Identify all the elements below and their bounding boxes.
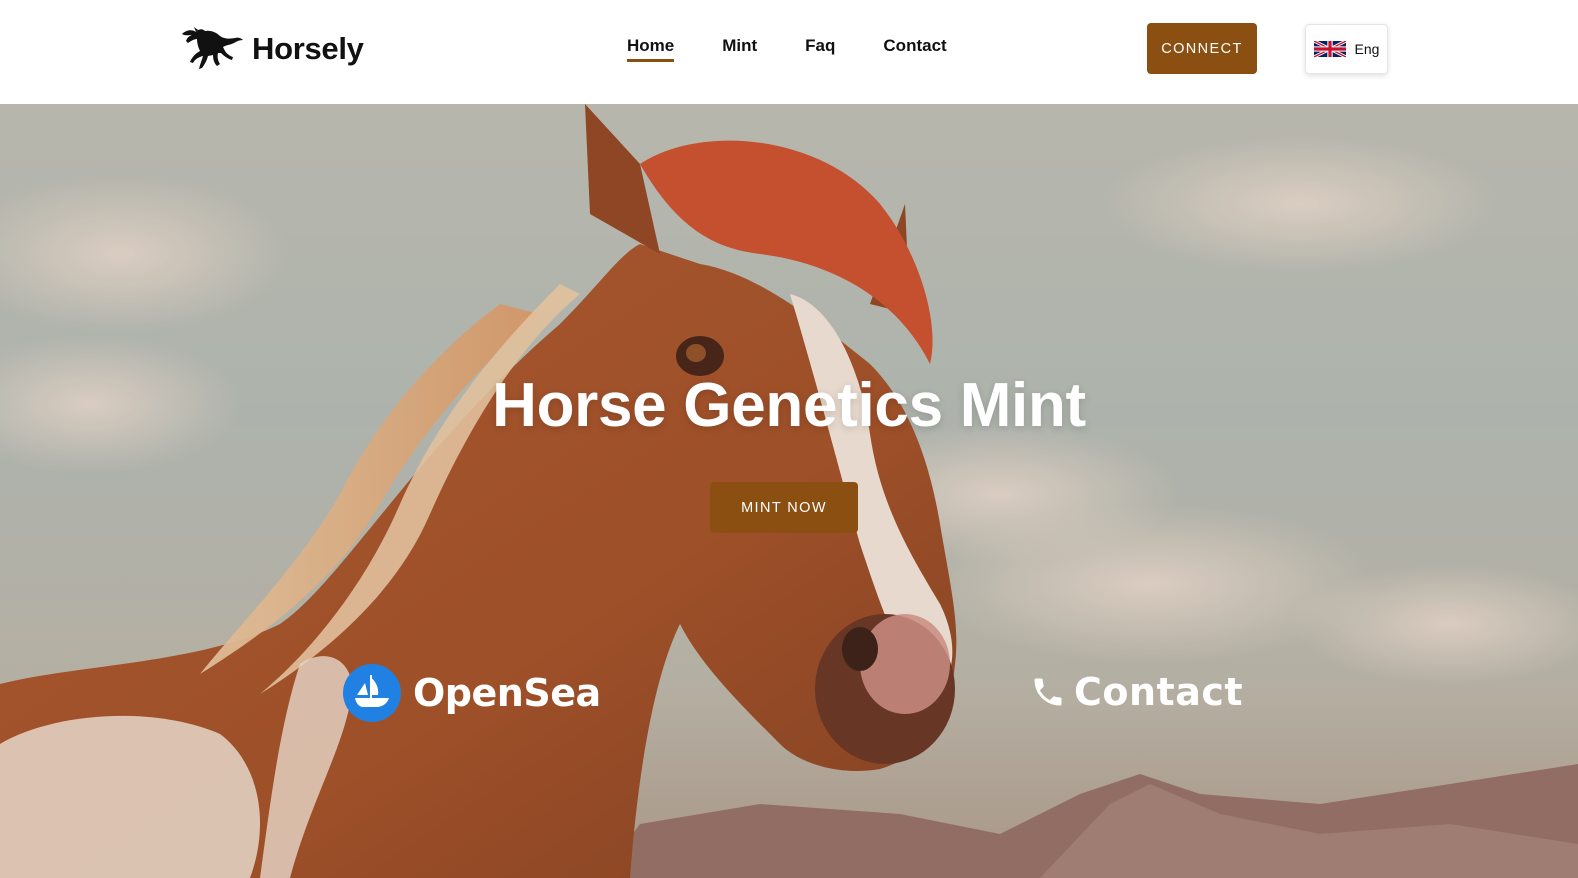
hero-title: Horse Genetics Mint: [492, 371, 1086, 440]
language-label: Eng: [1354, 41, 1380, 57]
opensea-icon: [343, 664, 401, 722]
contact-link[interactable]: Contact: [1030, 670, 1243, 714]
brand-name: Horsely: [252, 31, 364, 66]
nav-item-faq[interactable]: Faq: [805, 36, 835, 62]
running-horse-icon: [182, 27, 243, 69]
phone-icon: [1034, 678, 1062, 706]
language-selector[interactable]: Eng: [1305, 24, 1388, 74]
nav-item-mint[interactable]: Mint: [722, 36, 757, 62]
nav-item-home[interactable]: Home: [627, 36, 675, 62]
connect-button[interactable]: CONNECT: [1147, 23, 1257, 74]
nav-item-contact[interactable]: Contact: [883, 36, 946, 62]
opensea-link[interactable]: OpenSea: [343, 664, 601, 722]
uk-flag-icon: [1313, 41, 1346, 57]
opensea-label: OpenSea: [413, 671, 601, 715]
contact-label: Contact: [1074, 670, 1244, 714]
hero-section: Horse Genetics Mint MINT NOW OpenSea Con…: [0, 104, 1578, 878]
site-header: Horsely Home Mint Faq Contact CONNECT En…: [0, 0, 1578, 104]
main-nav: Home Mint Faq Contact: [627, 36, 947, 62]
brand-logo-link[interactable]: Horsely: [180, 24, 364, 74]
mint-now-button[interactable]: MINT NOW: [710, 482, 858, 533]
